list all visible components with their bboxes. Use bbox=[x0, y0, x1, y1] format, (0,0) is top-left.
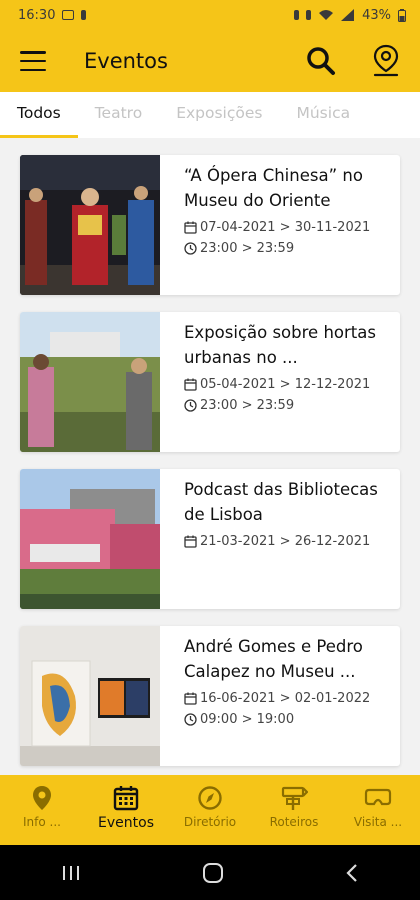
event-title: “A Ópera Chinesa” no Museu do Oriente bbox=[184, 166, 363, 210]
alarm-icon bbox=[294, 10, 300, 20]
event-thumbnail bbox=[20, 312, 160, 452]
event-title: Exposição sobre hortas urbanas no ... bbox=[184, 323, 376, 367]
calendar-icon bbox=[184, 378, 197, 391]
app-bar: Eventos bbox=[0, 30, 420, 92]
battery-percentage: 43% bbox=[362, 7, 391, 23]
compass-icon bbox=[198, 786, 222, 810]
event-dates: 07-04-2021 > 30-11-2021 bbox=[200, 220, 371, 235]
calendar-icon bbox=[113, 786, 139, 811]
event-dates: 05-04-2021 > 12-12-2021 bbox=[200, 377, 371, 392]
calendar-icon bbox=[184, 535, 197, 548]
menu-icon bbox=[20, 51, 46, 54]
nav-label: Visita ... bbox=[353, 815, 403, 829]
event-title: André Gomes e Pedro Calapez no Museu ... bbox=[184, 637, 363, 681]
calendar-icon bbox=[184, 692, 197, 705]
status-time: 16:30 bbox=[18, 7, 56, 23]
recent-apps-icon[interactable] bbox=[60, 863, 82, 883]
event-thumbnail bbox=[20, 155, 160, 295]
event-card[interactable]: Exposição sobre hortas urbanas no ... 05… bbox=[20, 312, 400, 452]
signpost-icon bbox=[281, 786, 308, 810]
back-icon[interactable] bbox=[344, 862, 360, 884]
wifi-icon bbox=[319, 10, 334, 20]
tab-teatro[interactable]: Teatro bbox=[78, 92, 159, 138]
page-title: Eventos bbox=[84, 49, 168, 73]
nav-diretorio[interactable]: Diretório bbox=[168, 775, 252, 829]
map-pin-icon[interactable] bbox=[372, 44, 400, 78]
tab-musica[interactable]: Música bbox=[279, 92, 367, 138]
tab-exposicoes[interactable]: Exposições bbox=[159, 92, 279, 138]
menu-button[interactable] bbox=[20, 51, 46, 71]
signal-icon bbox=[341, 9, 355, 21]
event-dates: 16-06-2021 > 02-01-2022 bbox=[200, 691, 371, 706]
tab-todos[interactable]: Todos bbox=[0, 92, 78, 138]
nav-info[interactable]: Info ... bbox=[0, 775, 84, 829]
event-dates: 21-03-2021 > 26-12-2021 bbox=[200, 534, 371, 549]
event-hours: 23:00 > 23:59 bbox=[200, 241, 295, 256]
event-title: Podcast das Bibliotecas de Lisboa bbox=[184, 480, 378, 524]
clock-icon bbox=[184, 399, 197, 412]
battery-saver-icon bbox=[81, 10, 87, 20]
event-card[interactable]: Podcast das Bibliotecas de Lisboa 21-03-… bbox=[20, 469, 400, 609]
battery-icon bbox=[398, 8, 406, 22]
event-list: “A Ópera Chinesa” no Museu do Oriente 07… bbox=[20, 155, 400, 783]
event-thumbnail bbox=[20, 469, 160, 609]
vr-headset-icon bbox=[364, 788, 392, 806]
nav-label: Info ... bbox=[23, 815, 61, 829]
mute-icon bbox=[306, 10, 312, 20]
search-icon[interactable] bbox=[306, 46, 336, 76]
nav-label: Roteiros bbox=[269, 815, 319, 829]
home-icon[interactable] bbox=[201, 861, 225, 885]
status-bar: 16:30 43% bbox=[0, 0, 420, 30]
category-tabs: Todos Teatro Exposições Música bbox=[0, 92, 420, 138]
event-card[interactable]: “A Ópera Chinesa” no Museu do Oriente 07… bbox=[20, 155, 400, 295]
clock-icon bbox=[184, 242, 197, 255]
event-hours: 09:00 > 19:00 bbox=[200, 712, 295, 727]
clock-icon bbox=[184, 713, 197, 726]
event-hours: 23:00 > 23:59 bbox=[200, 398, 295, 413]
nav-label: Diretório bbox=[183, 815, 237, 829]
calendar-icon bbox=[184, 221, 197, 234]
nav-label: Eventos bbox=[98, 815, 154, 831]
event-card[interactable]: André Gomes e Pedro Calapez no Museu ...… bbox=[20, 626, 400, 766]
gallery-notification-icon bbox=[62, 10, 75, 20]
bottom-navigation: Info ... Eventos Diretório Roteiros Visi… bbox=[0, 775, 420, 845]
nav-eventos[interactable]: Eventos bbox=[84, 775, 168, 831]
nav-roteiros[interactable]: Roteiros bbox=[252, 775, 336, 829]
nav-visita[interactable]: Visita ... bbox=[336, 775, 420, 829]
event-thumbnail bbox=[20, 626, 160, 766]
location-icon bbox=[33, 786, 51, 810]
system-navigation-bar bbox=[0, 845, 420, 900]
